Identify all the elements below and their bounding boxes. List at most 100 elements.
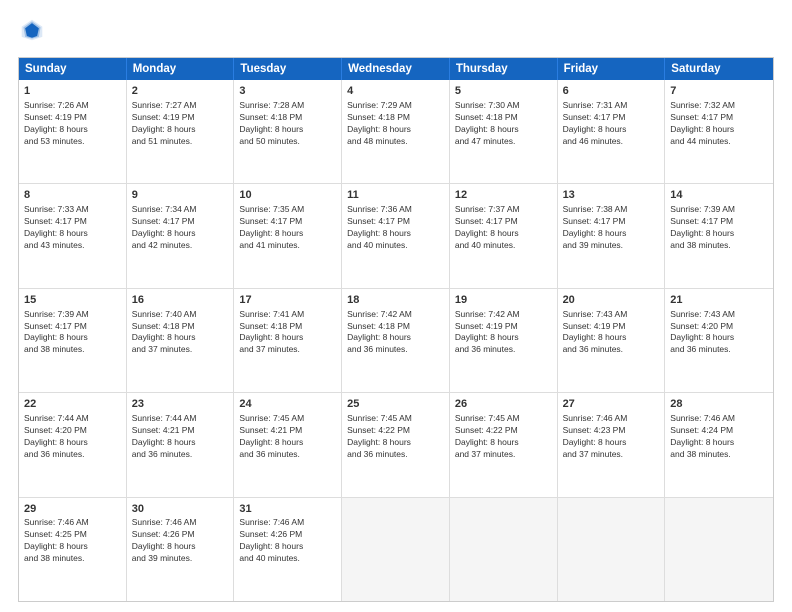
day-number: 30 — [132, 502, 229, 517]
day-cell-19: 19Sunrise: 7:42 AMSunset: 4:19 PMDayligh… — [450, 289, 558, 392]
day-number: 12 — [455, 188, 552, 203]
day-cell-20: 20Sunrise: 7:43 AMSunset: 4:19 PMDayligh… — [558, 289, 666, 392]
day-number: 25 — [347, 397, 444, 412]
day-info: Sunrise: 7:33 AMSunset: 4:17 PMDaylight:… — [24, 204, 121, 252]
day-number: 11 — [347, 188, 444, 203]
logo — [18, 18, 44, 47]
page: SundayMondayTuesdayWednesdayThursdayFrid… — [0, 0, 792, 612]
calendar-body: 1Sunrise: 7:26 AMSunset: 4:19 PMDaylight… — [19, 80, 773, 601]
day-info: Sunrise: 7:39 AMSunset: 4:17 PMDaylight:… — [670, 204, 768, 252]
day-info: Sunrise: 7:42 AMSunset: 4:19 PMDaylight:… — [455, 309, 552, 357]
day-info: Sunrise: 7:32 AMSunset: 4:17 PMDaylight:… — [670, 100, 768, 148]
day-cell-16: 16Sunrise: 7:40 AMSunset: 4:18 PMDayligh… — [127, 289, 235, 392]
day-number: 6 — [563, 84, 660, 99]
day-info: Sunrise: 7:43 AMSunset: 4:20 PMDaylight:… — [670, 309, 768, 357]
day-info: Sunrise: 7:26 AMSunset: 4:19 PMDaylight:… — [24, 100, 121, 148]
day-cell-31: 31Sunrise: 7:46 AMSunset: 4:26 PMDayligh… — [234, 498, 342, 601]
day-number: 1 — [24, 84, 121, 99]
day-info: Sunrise: 7:41 AMSunset: 4:18 PMDaylight:… — [239, 309, 336, 357]
day-cell-7: 7Sunrise: 7:32 AMSunset: 4:17 PMDaylight… — [665, 80, 773, 183]
day-number: 13 — [563, 188, 660, 203]
day-info: Sunrise: 7:45 AMSunset: 4:22 PMDaylight:… — [455, 413, 552, 461]
day-info: Sunrise: 7:28 AMSunset: 4:18 PMDaylight:… — [239, 100, 336, 148]
day-info: Sunrise: 7:46 AMSunset: 4:23 PMDaylight:… — [563, 413, 660, 461]
logo-icon — [20, 18, 44, 42]
day-info: Sunrise: 7:29 AMSunset: 4:18 PMDaylight:… — [347, 100, 444, 148]
header-day-saturday: Saturday — [665, 58, 773, 80]
week-row-5: 29Sunrise: 7:46 AMSunset: 4:25 PMDayligh… — [19, 498, 773, 601]
empty-cell — [665, 498, 773, 601]
day-info: Sunrise: 7:34 AMSunset: 4:17 PMDaylight:… — [132, 204, 229, 252]
day-number: 22 — [24, 397, 121, 412]
day-cell-30: 30Sunrise: 7:46 AMSunset: 4:26 PMDayligh… — [127, 498, 235, 601]
day-number: 18 — [347, 293, 444, 308]
empty-cell — [342, 498, 450, 601]
day-cell-17: 17Sunrise: 7:41 AMSunset: 4:18 PMDayligh… — [234, 289, 342, 392]
day-cell-29: 29Sunrise: 7:46 AMSunset: 4:25 PMDayligh… — [19, 498, 127, 601]
day-info: Sunrise: 7:35 AMSunset: 4:17 PMDaylight:… — [239, 204, 336, 252]
day-number: 17 — [239, 293, 336, 308]
header-day-wednesday: Wednesday — [342, 58, 450, 80]
day-cell-2: 2Sunrise: 7:27 AMSunset: 4:19 PMDaylight… — [127, 80, 235, 183]
empty-cell — [558, 498, 666, 601]
day-cell-5: 5Sunrise: 7:30 AMSunset: 4:18 PMDaylight… — [450, 80, 558, 183]
day-cell-1: 1Sunrise: 7:26 AMSunset: 4:19 PMDaylight… — [19, 80, 127, 183]
day-cell-18: 18Sunrise: 7:42 AMSunset: 4:18 PMDayligh… — [342, 289, 450, 392]
day-number: 31 — [239, 502, 336, 517]
week-row-2: 8Sunrise: 7:33 AMSunset: 4:17 PMDaylight… — [19, 184, 773, 288]
day-cell-9: 9Sunrise: 7:34 AMSunset: 4:17 PMDaylight… — [127, 184, 235, 287]
day-number: 16 — [132, 293, 229, 308]
day-cell-12: 12Sunrise: 7:37 AMSunset: 4:17 PMDayligh… — [450, 184, 558, 287]
day-info: Sunrise: 7:38 AMSunset: 4:17 PMDaylight:… — [563, 204, 660, 252]
day-number: 4 — [347, 84, 444, 99]
day-info: Sunrise: 7:44 AMSunset: 4:21 PMDaylight:… — [132, 413, 229, 461]
day-info: Sunrise: 7:36 AMSunset: 4:17 PMDaylight:… — [347, 204, 444, 252]
day-number: 28 — [670, 397, 768, 412]
day-cell-24: 24Sunrise: 7:45 AMSunset: 4:21 PMDayligh… — [234, 393, 342, 496]
calendar-header: SundayMondayTuesdayWednesdayThursdayFrid… — [19, 58, 773, 80]
header — [18, 18, 774, 47]
day-info: Sunrise: 7:45 AMSunset: 4:22 PMDaylight:… — [347, 413, 444, 461]
day-number: 20 — [563, 293, 660, 308]
day-cell-13: 13Sunrise: 7:38 AMSunset: 4:17 PMDayligh… — [558, 184, 666, 287]
day-info: Sunrise: 7:43 AMSunset: 4:19 PMDaylight:… — [563, 309, 660, 357]
day-info: Sunrise: 7:27 AMSunset: 4:19 PMDaylight:… — [132, 100, 229, 148]
day-cell-4: 4Sunrise: 7:29 AMSunset: 4:18 PMDaylight… — [342, 80, 450, 183]
day-cell-10: 10Sunrise: 7:35 AMSunset: 4:17 PMDayligh… — [234, 184, 342, 287]
day-cell-6: 6Sunrise: 7:31 AMSunset: 4:17 PMDaylight… — [558, 80, 666, 183]
week-row-3: 15Sunrise: 7:39 AMSunset: 4:17 PMDayligh… — [19, 289, 773, 393]
day-info: Sunrise: 7:37 AMSunset: 4:17 PMDaylight:… — [455, 204, 552, 252]
day-cell-3: 3Sunrise: 7:28 AMSunset: 4:18 PMDaylight… — [234, 80, 342, 183]
day-cell-27: 27Sunrise: 7:46 AMSunset: 4:23 PMDayligh… — [558, 393, 666, 496]
day-number: 19 — [455, 293, 552, 308]
day-number: 15 — [24, 293, 121, 308]
week-row-4: 22Sunrise: 7:44 AMSunset: 4:20 PMDayligh… — [19, 393, 773, 497]
day-number: 10 — [239, 188, 336, 203]
day-number: 24 — [239, 397, 336, 412]
header-day-monday: Monday — [127, 58, 235, 80]
day-info: Sunrise: 7:39 AMSunset: 4:17 PMDaylight:… — [24, 309, 121, 357]
day-cell-11: 11Sunrise: 7:36 AMSunset: 4:17 PMDayligh… — [342, 184, 450, 287]
day-cell-14: 14Sunrise: 7:39 AMSunset: 4:17 PMDayligh… — [665, 184, 773, 287]
day-info: Sunrise: 7:40 AMSunset: 4:18 PMDaylight:… — [132, 309, 229, 357]
day-info: Sunrise: 7:46 AMSunset: 4:24 PMDaylight:… — [670, 413, 768, 461]
header-day-thursday: Thursday — [450, 58, 558, 80]
day-number: 14 — [670, 188, 768, 203]
day-number: 2 — [132, 84, 229, 99]
day-number: 26 — [455, 397, 552, 412]
day-info: Sunrise: 7:45 AMSunset: 4:21 PMDaylight:… — [239, 413, 336, 461]
day-info: Sunrise: 7:42 AMSunset: 4:18 PMDaylight:… — [347, 309, 444, 357]
day-cell-15: 15Sunrise: 7:39 AMSunset: 4:17 PMDayligh… — [19, 289, 127, 392]
day-cell-23: 23Sunrise: 7:44 AMSunset: 4:21 PMDayligh… — [127, 393, 235, 496]
header-day-friday: Friday — [558, 58, 666, 80]
day-cell-22: 22Sunrise: 7:44 AMSunset: 4:20 PMDayligh… — [19, 393, 127, 496]
day-info: Sunrise: 7:31 AMSunset: 4:17 PMDaylight:… — [563, 100, 660, 148]
day-number: 21 — [670, 293, 768, 308]
day-info: Sunrise: 7:46 AMSunset: 4:25 PMDaylight:… — [24, 517, 121, 565]
calendar: SundayMondayTuesdayWednesdayThursdayFrid… — [18, 57, 774, 602]
day-number: 5 — [455, 84, 552, 99]
day-cell-25: 25Sunrise: 7:45 AMSunset: 4:22 PMDayligh… — [342, 393, 450, 496]
day-info: Sunrise: 7:46 AMSunset: 4:26 PMDaylight:… — [239, 517, 336, 565]
empty-cell — [450, 498, 558, 601]
header-day-tuesday: Tuesday — [234, 58, 342, 80]
